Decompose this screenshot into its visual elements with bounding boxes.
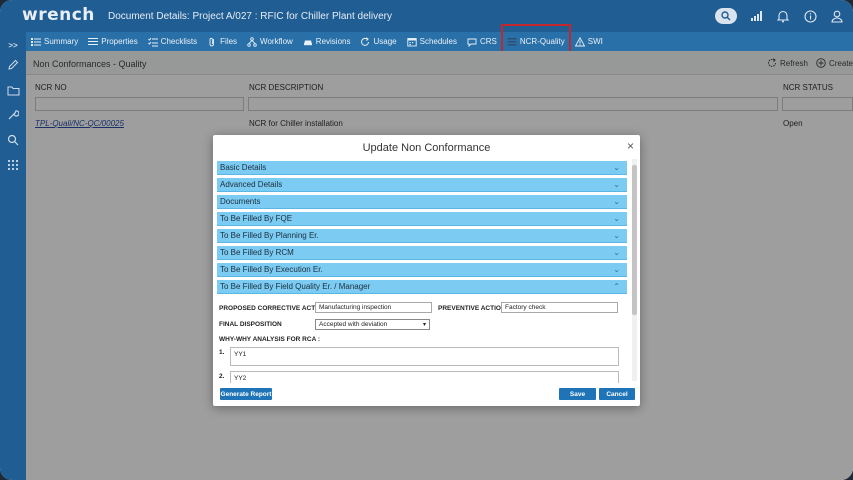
tab-files[interactable]: Files <box>202 32 242 51</box>
tab-workflow[interactable]: Workflow <box>242 32 298 51</box>
accordion-rcm[interactable]: To Be Filled By RCM ⌄ <box>217 246 627 260</box>
accordion: Basic Details ⌄ Advanced Details ⌄ Docum… <box>217 161 627 297</box>
final-disposition-select[interactable]: Accepted with deviation ▾ <box>315 319 430 330</box>
tab-label: Files <box>220 37 238 46</box>
accordion-execution-er[interactable]: To Be Filled By Execution Er. ⌄ <box>217 263 627 277</box>
corrective-action-input[interactable]: Manufacturing inspection <box>315 302 432 313</box>
apps-grid-icon[interactable] <box>6 158 20 172</box>
comment-icon <box>467 38 477 47</box>
accordion-label: Documents <box>220 197 261 206</box>
folder-icon[interactable] <box>6 83 20 97</box>
quality-icon <box>507 37 517 45</box>
tab-label: Revisions <box>315 37 351 46</box>
tab-label: Schedules <box>419 37 457 46</box>
top-icon-group <box>715 6 845 26</box>
tab-properties[interactable]: Properties <box>83 32 142 51</box>
signal-icon[interactable] <box>748 8 764 24</box>
top-header: wrench Document Details: Project A/027 :… <box>0 0 853 32</box>
accordion-label: To Be Filled By Field Quality Er. / Mana… <box>220 282 371 291</box>
why-2-textarea[interactable]: YY2 <box>230 371 619 383</box>
dialog-scrollbar[interactable] <box>632 159 637 381</box>
accordion-documents[interactable]: Documents ⌄ <box>217 195 627 209</box>
tab-label: Summary <box>44 37 79 46</box>
corrective-action-label: PROPOSED CORRECTIVE ACTION <box>219 305 327 312</box>
final-disposition-value: Accepted with deviation <box>319 321 388 328</box>
tab-schedules[interactable]: Schedules <box>402 32 462 51</box>
wrench-icon[interactable] <box>6 108 20 122</box>
preventive-action-input[interactable]: Factory check <box>501 302 618 313</box>
accordion-label: To Be Filled By RCM <box>220 248 294 257</box>
close-icon[interactable]: × <box>627 139 634 153</box>
tab-label: Workflow <box>260 37 293 46</box>
tab-crs[interactable]: CRS <box>462 32 502 51</box>
warning-icon <box>574 36 585 46</box>
why-item-number: 2. <box>219 373 225 380</box>
accordion-field-quality[interactable]: To Be Filled By Field Quality Er. / Mana… <box>217 280 627 294</box>
tab-usage[interactable]: Usage <box>355 32 401 51</box>
accordion-label: Advanced Details <box>220 180 283 189</box>
save-button[interactable]: Save <box>559 388 596 400</box>
generate-report-button[interactable]: Generate Report <box>220 388 272 400</box>
chevron-down-icon: ⌄ <box>613 265 620 274</box>
scrollbar-thumb[interactable] <box>632 165 637 315</box>
chevron-down-icon: ⌄ <box>613 163 620 172</box>
document-title: Document Details: Project A/027 : RFIC f… <box>108 11 392 22</box>
chevron-down-icon: ⌄ <box>613 214 620 223</box>
tab-checklists[interactable]: Checklists <box>143 32 202 51</box>
revisions-icon <box>303 40 312 45</box>
tab-label: CRS <box>479 37 497 46</box>
app-window: wrench Document Details: Project A/027 :… <box>0 0 853 480</box>
sidebar-toggle[interactable]: >> <box>6 38 20 52</box>
chevron-down-icon: ⌄ <box>613 231 620 240</box>
tab-swi[interactable]: SWI <box>570 32 608 51</box>
tab-label: Properties <box>101 37 138 46</box>
tab-revisions[interactable]: Revisions <box>298 32 356 51</box>
workflow-icon <box>247 36 257 47</box>
calendar-icon <box>406 37 417 46</box>
search-icon[interactable] <box>715 8 737 24</box>
accordion-fqe[interactable]: To Be Filled By FQE ⌄ <box>217 212 627 226</box>
dialog-title: Update Non Conformance <box>362 142 491 154</box>
left-sidebar: >> <box>0 32 26 480</box>
chevron-up-icon: ⌃ <box>613 282 620 291</box>
chevron-down-icon: ▾ <box>422 322 426 328</box>
tab-label: NCR-Quality <box>519 37 565 46</box>
checklist-icon <box>147 37 158 46</box>
usage-icon <box>361 36 370 46</box>
accordion-label: To Be Filled By Execution Er. <box>220 265 323 274</box>
update-non-conformance-dialog: Update Non Conformance × Basic Details ⌄… <box>213 135 640 406</box>
properties-icon <box>88 37 99 45</box>
why-1-textarea[interactable]: YY1 <box>230 347 619 366</box>
pencil-icon[interactable] <box>6 58 20 72</box>
final-disposition-label: FINAL DISPOSITION <box>219 321 282 328</box>
tab-label: Checklists <box>160 37 198 46</box>
tab-ncr-quality[interactable]: NCR-Quality <box>500 23 571 54</box>
search-icon[interactable] <box>6 133 20 147</box>
paperclip-icon <box>209 37 215 46</box>
accordion-label: Basic Details <box>220 163 267 172</box>
accordion-planning-er[interactable]: To Be Filled By Planning Er. ⌄ <box>217 229 627 243</box>
accordion-advanced-details[interactable]: Advanced Details ⌄ <box>217 178 627 192</box>
accordion-basic-details[interactable]: Basic Details ⌄ <box>217 161 627 175</box>
cancel-button[interactable]: Cancel <box>599 388 635 400</box>
chevron-down-icon: ⌄ <box>613 248 620 257</box>
accordion-label: To Be Filled By FQE <box>220 214 293 223</box>
why-analysis-label: WHY-WHY ANALYSIS FOR RCA : <box>219 336 320 343</box>
chevron-down-icon: ⌄ <box>613 197 620 206</box>
chevron-down-icon: ⌄ <box>613 180 620 189</box>
user-icon[interactable] <box>829 8 845 24</box>
tab-summary[interactable]: Summary <box>26 32 83 51</box>
preventive-action-label: PREVENTIVE ACTION <box>438 305 506 312</box>
info-icon[interactable] <box>802 8 818 24</box>
tab-bar: Summary Properties Checklists Files Work… <box>26 23 853 54</box>
tab-label: Usage <box>373 37 397 46</box>
tab-label: SWI <box>587 37 603 46</box>
app-logo: wrench <box>22 5 95 25</box>
bell-icon[interactable] <box>775 8 791 24</box>
why-item-number: 1. <box>219 349 225 356</box>
list-icon <box>31 37 41 46</box>
accordion-label: To Be Filled By Planning Er. <box>220 231 319 240</box>
